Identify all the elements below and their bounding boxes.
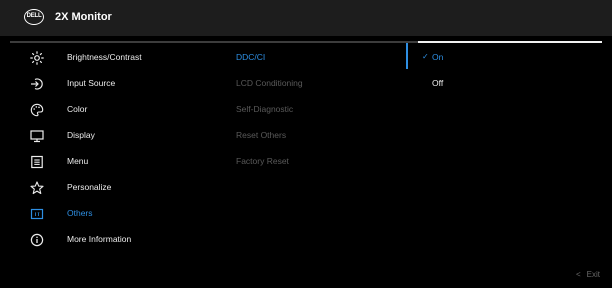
header-divider <box>10 41 418 43</box>
star-icon <box>30 181 44 195</box>
input-source-icon <box>30 77 44 91</box>
menu-item-menu[interactable]: Menu <box>0 151 222 173</box>
brightness-icon <box>30 51 44 65</box>
menu-item-color[interactable]: Color <box>0 99 222 121</box>
color-palette-icon <box>30 103 44 117</box>
menu-item-input-source[interactable]: Input Source <box>0 73 222 95</box>
menu-item-display[interactable]: Display <box>0 125 222 147</box>
exit-button[interactable]: < Exit <box>576 270 600 279</box>
menu-item-label: Display <box>67 130 95 140</box>
selection-marker <box>406 43 408 69</box>
exit-label: Exit <box>586 270 600 279</box>
menu-icon <box>30 155 44 169</box>
osd-header: DELL 2X Monitor <box>0 0 612 36</box>
menu-item-label: Personalize <box>67 182 112 192</box>
option-off[interactable]: Off <box>418 73 598 95</box>
chevron-left-icon: < <box>575 270 581 279</box>
menu-item-label: Brightness/Contrast <box>67 52 142 62</box>
menu-item-others[interactable]: i ī Others <box>0 203 222 225</box>
options-divider <box>418 41 602 43</box>
svg-text:i ī: i ī <box>35 212 40 218</box>
menu-item-label: Menu <box>67 156 89 166</box>
monitor-title: 2X Monitor <box>55 11 112 23</box>
menu-item-more-information[interactable]: More Information <box>0 229 222 251</box>
menu-item-label: Input Source <box>67 78 116 88</box>
dell-logo: DELL <box>24 9 44 25</box>
monitor-osd: DELL 2X Monitor Brightness/Contrast Inpu… <box>0 0 612 288</box>
menu-item-label: Color <box>67 104 88 114</box>
info-icon <box>30 233 44 247</box>
menu-item-label: Others <box>67 208 93 218</box>
menu-item-label: More Information <box>67 234 132 244</box>
checkmark-icon: ✓ <box>422 52 429 61</box>
display-icon <box>30 129 44 143</box>
menu-item-brightness-contrast[interactable]: Brightness/Contrast <box>0 47 222 69</box>
menu-item-personalize[interactable]: Personalize <box>0 177 222 199</box>
others-icon: i ī <box>30 207 44 221</box>
option-on[interactable]: ✓ On <box>418 47 598 69</box>
